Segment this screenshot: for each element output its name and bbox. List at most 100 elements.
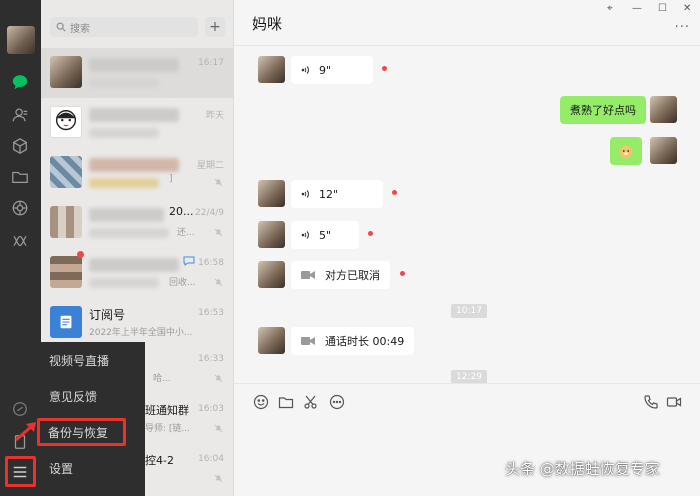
contact-avatar[interactable] xyxy=(258,261,285,288)
title-fragment: 控4-2 xyxy=(145,454,174,467)
voice-message[interactable]: 9" xyxy=(291,56,373,84)
mute-icon xyxy=(214,178,223,187)
chat-avatar xyxy=(50,56,82,88)
chat-time: 16:03 xyxy=(198,404,224,414)
voice-message[interactable]: 12" xyxy=(291,180,383,208)
title-fragment: 班通知群 xyxy=(145,404,189,417)
chat-list-item[interactable]: 回收... 16:58 xyxy=(41,248,233,298)
blurred-title xyxy=(89,208,164,222)
maximize-button[interactable]: ☐ xyxy=(658,3,667,14)
preview-fragment: 哈... xyxy=(153,374,171,384)
contact-name: 妈咪 xyxy=(252,15,283,33)
preview-fragment: 还... xyxy=(177,228,195,238)
chat-list-item[interactable]: 20... 还... 22/4/9 xyxy=(41,198,233,248)
more-options-icon[interactable]: ··· xyxy=(675,20,690,35)
contacts-icon[interactable] xyxy=(8,103,32,127)
contact-avatar[interactable] xyxy=(258,56,285,83)
menu-item-backup-restore[interactable]: 备份与恢复 xyxy=(37,418,126,446)
sent-sticker[interactable] xyxy=(610,137,642,165)
voice-icon xyxy=(301,231,309,239)
call-status-text: 对方已取消 xyxy=(325,269,380,282)
chat-header: 妈咪 ⌖ — ☐ ✕ ··· xyxy=(234,0,700,46)
menu-item-settings[interactable]: 设置 xyxy=(41,450,145,486)
blurred-preview xyxy=(89,78,159,88)
blurred-title xyxy=(89,258,179,272)
voice-duration: 12" xyxy=(319,187,339,201)
video-call-icon[interactable] xyxy=(666,394,682,410)
chat-list-item-subscriptions[interactable]: 订阅号 2022年上半年全国中小... 16:53 xyxy=(41,298,233,348)
mini-programs-icon[interactable] xyxy=(8,397,32,421)
video-camera-icon xyxy=(301,337,315,345)
my-avatar[interactable] xyxy=(650,137,677,164)
contact-avatar[interactable] xyxy=(258,180,285,207)
blurred-preview xyxy=(89,228,169,238)
search-icon xyxy=(56,22,66,32)
my-avatar[interactable] xyxy=(650,96,677,123)
add-chat-button[interactable]: + xyxy=(205,17,225,37)
video-call-message[interactable]: 通话时长 00:49 xyxy=(291,327,415,355)
more-menu-icon[interactable] xyxy=(8,460,32,484)
chat-history-icon[interactable] xyxy=(329,394,345,410)
voice-icon xyxy=(301,190,309,198)
voice-duration: 9" xyxy=(319,63,332,77)
pin-icon[interactable]: ⌖ xyxy=(607,3,613,14)
voice-call-icon[interactable] xyxy=(643,394,659,410)
unread-badge xyxy=(77,251,84,258)
chat-time: 16:33 xyxy=(198,354,224,364)
unplayed-dot xyxy=(382,66,387,71)
blurred-preview xyxy=(89,178,159,188)
menu-item-feedback[interactable]: 意见反馈 xyxy=(41,378,145,414)
chat-time: 16:04 xyxy=(198,454,224,464)
search-input[interactable]: 搜索 xyxy=(70,20,90,35)
blurred-preview xyxy=(89,128,159,138)
unplayed-dot xyxy=(392,190,397,195)
chat-avatar xyxy=(50,156,82,188)
subscriptions-icon xyxy=(50,306,82,338)
unplayed-dot xyxy=(368,231,373,236)
chat-list-item[interactable]: ] 星期二 xyxy=(41,148,233,198)
voice-duration: 5" xyxy=(319,228,332,242)
contact-avatar[interactable] xyxy=(258,327,285,354)
contact-avatar[interactable] xyxy=(258,221,285,248)
timestamp: 12:29 xyxy=(451,370,487,384)
user-avatar[interactable] xyxy=(7,26,35,54)
blurred-preview xyxy=(89,278,159,288)
more-menu: 视频号直播 意见反馈 备份与恢复 设置 xyxy=(37,342,145,496)
message-input-area[interactable] xyxy=(234,383,700,496)
chats-icon[interactable] xyxy=(8,70,32,94)
chat-list-item[interactable]: 昨天 xyxy=(41,98,233,148)
preview-fragment: 回收... xyxy=(169,278,196,288)
title-fragment: 20... xyxy=(169,205,194,218)
moments-icon[interactable] xyxy=(8,196,32,220)
blurred-title xyxy=(89,58,179,72)
chat-list-item[interactable]: 16:17 xyxy=(41,48,233,98)
dog-sticker-icon xyxy=(619,145,633,159)
close-button[interactable]: ✕ xyxy=(683,3,691,14)
chat-avatar xyxy=(50,206,82,238)
voice-message[interactable]: 5" xyxy=(291,221,359,249)
call-duration-text: 通话时长 00:49 xyxy=(325,335,405,348)
preview-fragment: 导师: [链... xyxy=(145,424,190,434)
file-folder-icon[interactable] xyxy=(278,394,294,410)
nav-sidebar xyxy=(0,0,41,496)
video-camera-icon xyxy=(301,271,315,279)
channels-icon[interactable] xyxy=(8,229,32,253)
minimize-button[interactable]: — xyxy=(632,3,642,14)
chat-time: 16:53 xyxy=(198,308,224,318)
chat-time: 16:58 xyxy=(198,258,224,268)
preview-fragment: ] xyxy=(169,174,173,184)
folder-icon[interactable] xyxy=(8,165,32,189)
chat-avatar xyxy=(50,106,82,138)
message-text: 煮熟了好点吗 xyxy=(570,104,636,117)
favorites-icon[interactable] xyxy=(8,134,32,158)
menu-item-channel-live[interactable]: 视频号直播 xyxy=(41,342,145,378)
unread-dot xyxy=(400,271,405,276)
video-call-message[interactable]: 对方已取消 xyxy=(291,261,390,289)
mute-icon xyxy=(214,424,223,433)
search-box[interactable]: 搜索 xyxy=(50,17,198,37)
screenshot-scissors-icon[interactable] xyxy=(303,394,319,410)
speech-bubble-icon xyxy=(183,256,195,266)
emoji-icon[interactable] xyxy=(253,394,269,410)
blurred-title xyxy=(89,158,179,172)
sent-text-message[interactable]: 煮熟了好点吗 xyxy=(560,96,646,124)
